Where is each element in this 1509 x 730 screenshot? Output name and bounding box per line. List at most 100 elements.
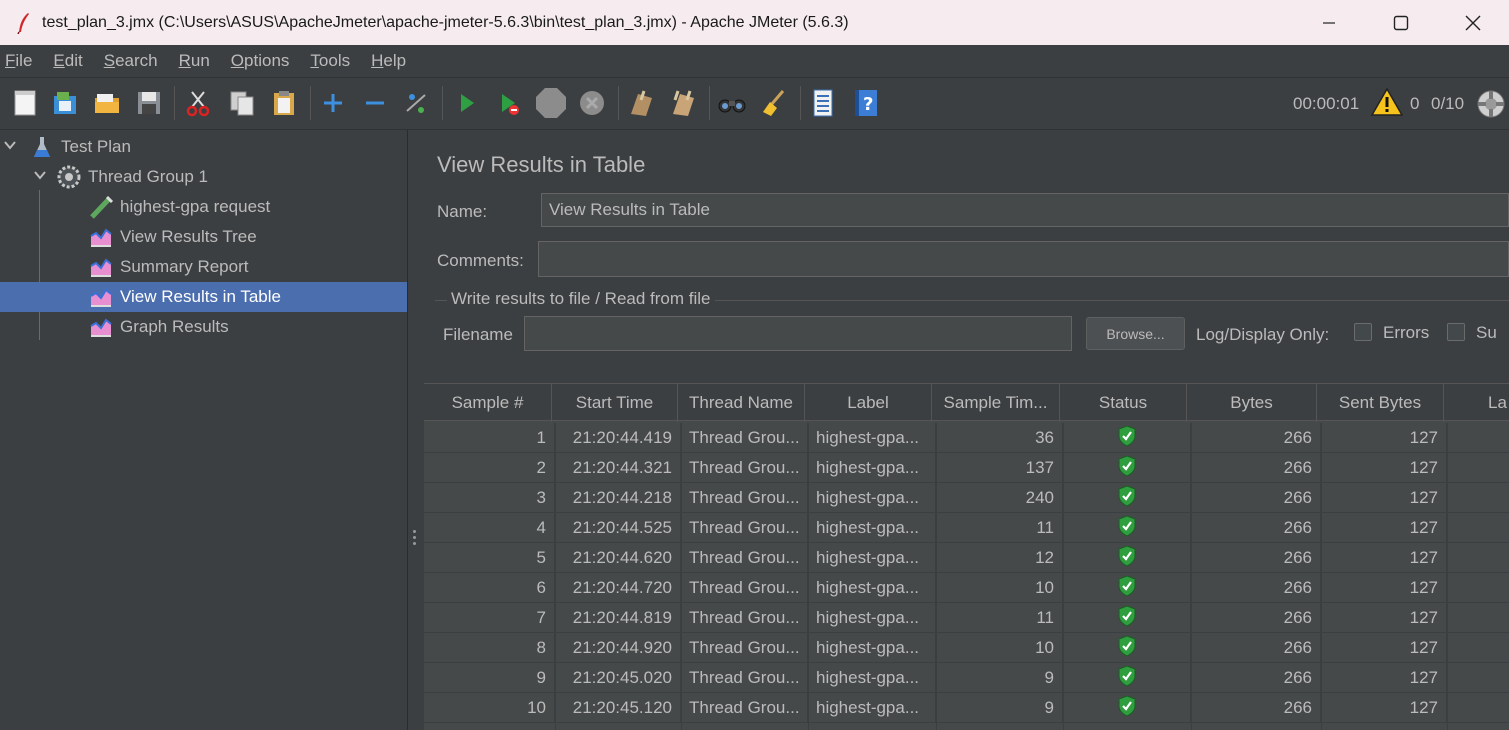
tree-node-test-plan[interactable]: Test Plan bbox=[0, 132, 407, 162]
filename-field[interactable] bbox=[524, 316, 1072, 351]
start-no-pauses-icon[interactable] bbox=[492, 87, 524, 119]
table-row[interactable]: 8 21:20:44.920 Thread Grou... highest-gpa..… bbox=[424, 633, 1509, 663]
column-header-sent-bytes[interactable]: Sent Bytes bbox=[1317, 384, 1444, 422]
menu-edit[interactable]: Edit bbox=[48, 51, 92, 71]
table-row[interactable]: 7 21:20:44.819 Thread Grou... highest-gpa..… bbox=[424, 603, 1509, 633]
comments-field[interactable] bbox=[538, 241, 1509, 277]
cell-latency bbox=[1447, 513, 1509, 543]
tree-node-http-request[interactable]: highest-gpa request bbox=[0, 192, 407, 222]
stop-icon[interactable] bbox=[534, 87, 566, 119]
menu-help[interactable]: Help bbox=[366, 51, 416, 71]
gear-icon bbox=[56, 164, 82, 190]
table-row[interactable]: 9 21:20:45.020 Thread Grou... highest-gpa..… bbox=[424, 663, 1509, 693]
cell-start-time: 21:20:45.020 bbox=[555, 663, 681, 693]
menu-run[interactable]: Run bbox=[174, 51, 220, 71]
warning-icon[interactable] bbox=[1371, 86, 1403, 118]
cell-latency bbox=[1447, 633, 1509, 663]
search-binoculars-icon[interactable] bbox=[716, 87, 748, 119]
cell-sent-bytes: 127 bbox=[1321, 483, 1447, 513]
column-header-thread-name[interactable]: Thread Name bbox=[678, 384, 805, 422]
cell-sample: 1 bbox=[424, 423, 555, 453]
elapsed-time: 00:00:01 bbox=[1293, 94, 1360, 113]
cell-latency bbox=[1447, 543, 1509, 573]
tree-node-view-results-tree[interactable]: View Results Tree bbox=[0, 222, 407, 252]
cell-sample-time: 12 bbox=[936, 543, 1063, 573]
cell-sent-bytes: 127 bbox=[1321, 513, 1447, 543]
function-helper-icon[interactable] bbox=[807, 87, 839, 119]
cell-status bbox=[1063, 543, 1191, 573]
column-header-bytes[interactable]: Bytes bbox=[1187, 384, 1317, 422]
cell-sample: 7 bbox=[424, 603, 555, 633]
cell-status bbox=[1063, 663, 1191, 693]
column-header-start-time[interactable]: Start Time bbox=[552, 384, 678, 422]
errors-checkbox[interactable] bbox=[1354, 323, 1372, 341]
table-row[interactable]: 6 21:20:44.720 Thread Grou... highest-gpa..… bbox=[424, 573, 1509, 603]
tree-node-thread-group[interactable]: Thread Group 1 bbox=[0, 162, 407, 192]
tree-guide-line bbox=[39, 190, 40, 340]
open-folder-icon[interactable] bbox=[91, 87, 123, 119]
cell-latency bbox=[1447, 603, 1509, 633]
toggle-icon[interactable] bbox=[400, 87, 432, 119]
start-icon[interactable] bbox=[450, 87, 482, 119]
close-icon[interactable] bbox=[1437, 0, 1509, 45]
tree-node-summary-report[interactable]: Summary Report bbox=[0, 252, 407, 282]
shutdown-icon[interactable] bbox=[576, 87, 608, 119]
successes-checkbox[interactable] bbox=[1447, 323, 1465, 341]
collapse-all-icon[interactable] bbox=[359, 87, 391, 119]
column-header-latency[interactable]: La bbox=[1444, 384, 1509, 422]
table-row[interactable]: 10 21:20:45.120 Thread Grou... highest-gpa.… bbox=[424, 693, 1509, 723]
menu-file[interactable]: File bbox=[0, 51, 42, 71]
column-header-label[interactable]: Label bbox=[805, 384, 932, 422]
status-globe-icon bbox=[1475, 88, 1507, 120]
toolbar: ? 00:00:01 0 0/10 bbox=[0, 78, 1509, 130]
cell-sent-bytes: 127 bbox=[1321, 453, 1447, 483]
table-row[interactable]: 4 21:20:44.525 Thread Grou... highest-gpa..… bbox=[424, 513, 1509, 543]
menu-options[interactable]: Options bbox=[226, 51, 300, 71]
chevron-down-icon[interactable] bbox=[2, 137, 16, 158]
clear-icon[interactable] bbox=[625, 87, 657, 119]
table-row[interactable]: 2 21:20:44.321 Thread Grou... highest-gpa..… bbox=[424, 453, 1509, 483]
table-row[interactable]: 3 21:20:44.218 Thread Grou... highest-gpa..… bbox=[424, 483, 1509, 513]
name-label: Name: bbox=[437, 202, 488, 221]
column-header-status[interactable]: Status bbox=[1060, 384, 1187, 422]
graph-listener-icon bbox=[88, 284, 114, 310]
save-icon[interactable] bbox=[133, 87, 165, 119]
new-file-icon[interactable] bbox=[9, 87, 41, 119]
tree-label-test-plan: Test Plan bbox=[61, 137, 131, 156]
cell-status bbox=[1063, 453, 1191, 483]
window-title: test_plan_3.jmx (C:\Users\ASUS\ApacheJme… bbox=[42, 13, 849, 31]
maximize-icon[interactable] bbox=[1365, 0, 1437, 45]
expand-all-icon[interactable] bbox=[317, 87, 349, 119]
paste-icon[interactable] bbox=[268, 87, 300, 119]
tree-node-view-results-table[interactable]: View Results in Table bbox=[0, 282, 407, 312]
cell-latency bbox=[1447, 483, 1509, 513]
column-header-sample-time[interactable]: Sample Tim... bbox=[932, 384, 1060, 422]
help-icon[interactable]: ? bbox=[850, 87, 882, 119]
cell-bytes: 266 bbox=[1191, 513, 1321, 543]
split-pane-divider[interactable] bbox=[407, 130, 421, 730]
cell-start-time: 21:20:44.218 bbox=[555, 483, 681, 513]
cell-sample-time: 11 bbox=[936, 603, 1063, 633]
test-plan-tree: Test Plan Thread Group 1 highest-gpa req… bbox=[0, 130, 407, 730]
table-row[interactable]: 5 21:20:44.620 Thread Grou... highest-gpa..… bbox=[424, 543, 1509, 573]
chevron-down-icon[interactable] bbox=[32, 167, 48, 188]
reset-search-broom-icon[interactable] bbox=[758, 87, 790, 119]
menu-tools[interactable]: Tools bbox=[305, 51, 360, 71]
templates-icon[interactable] bbox=[49, 87, 81, 119]
jmeter-feather-icon bbox=[12, 11, 36, 35]
menu-search[interactable]: Search bbox=[99, 51, 168, 71]
name-field[interactable]: View Results in Table bbox=[541, 193, 1509, 227]
minimize-icon[interactable] bbox=[1293, 0, 1365, 45]
tree-label-graph-results: Graph Results bbox=[120, 317, 229, 336]
cell-sent-bytes: 127 bbox=[1321, 693, 1447, 723]
cell-bytes: 266 bbox=[1191, 483, 1321, 513]
cell-start-time: 21:20:44.920 bbox=[555, 633, 681, 663]
cut-icon[interactable] bbox=[182, 87, 214, 119]
column-header-sample[interactable]: Sample # bbox=[424, 384, 552, 422]
browse-button[interactable]: Browse... bbox=[1086, 317, 1185, 350]
tree-node-graph-results[interactable]: Graph Results bbox=[0, 312, 407, 342]
cell-sample: 5 bbox=[424, 543, 555, 573]
table-row[interactable]: 1 21:20:44.419 Thread Grou... highest-gpa..… bbox=[424, 423, 1509, 453]
copy-icon[interactable] bbox=[226, 87, 258, 119]
clear-all-icon[interactable] bbox=[667, 87, 699, 119]
